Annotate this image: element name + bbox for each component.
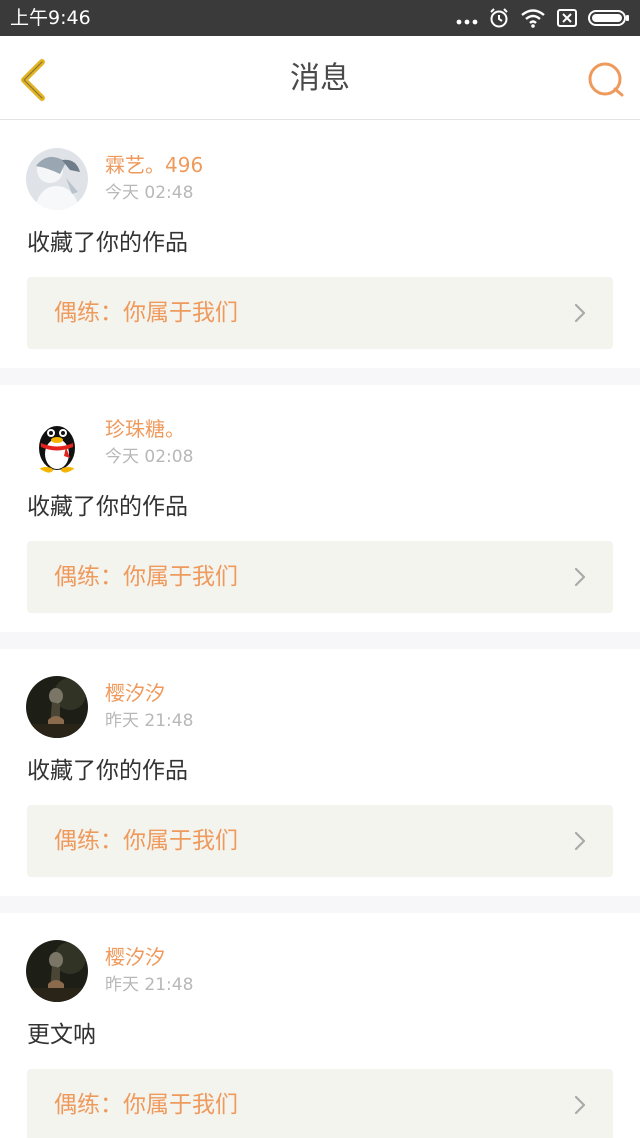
message-list: 霖艺。496 今天 02:48 收藏了你的作品 偶练：你属于我们 珍珠糖。 今天… — [0, 121, 640, 1138]
work-card[interactable]: 偶练：你属于我们 — [27, 541, 613, 613]
divider — [0, 632, 640, 649]
work-card[interactable]: 偶练：你属于我们 — [27, 277, 613, 349]
avatar[interactable] — [26, 940, 88, 1002]
divider — [0, 896, 640, 913]
message-text: 收藏了你的作品 — [27, 758, 188, 784]
message-text: 收藏了你的作品 — [27, 230, 188, 256]
search-icon[interactable] — [586, 60, 626, 100]
status-icons — [456, 6, 630, 30]
avatar[interactable] — [26, 412, 88, 474]
alarm-icon — [490, 8, 508, 28]
message-item: 珍珠糖。 今天 02:08 收藏了你的作品 偶练：你属于我们 — [0, 385, 640, 632]
page-title: 消息 — [290, 61, 350, 96]
nav-bar: 消息 — [0, 36, 640, 120]
sim-off-icon — [557, 9, 577, 27]
message-time: 昨天 21:48 — [105, 711, 194, 731]
chevron-right-icon — [574, 567, 586, 587]
wifi-icon — [521, 9, 545, 28]
message-item: 霖艺。496 今天 02:48 收藏了你的作品 偶练：你属于我们 — [0, 121, 640, 368]
message-item: 樱汐汐 昨天 21:48 更文呐 偶练：你属于我们 — [0, 913, 640, 1138]
message-item: 樱汐汐 昨天 21:48 收藏了你的作品 偶练：你属于我们 — [0, 649, 640, 896]
qq-penguin-avatar-image — [26, 412, 88, 474]
more-dots-icon — [456, 19, 478, 25]
chevron-right-icon — [574, 1095, 586, 1115]
chevron-right-icon — [574, 831, 586, 851]
battery-icon — [588, 10, 629, 26]
divider — [0, 368, 640, 385]
dark-photo-avatar-image — [26, 676, 88, 738]
message-text: 收藏了你的作品 — [27, 494, 188, 520]
message-time: 今天 02:08 — [105, 447, 194, 467]
user-name[interactable]: 樱汐汐 — [105, 945, 165, 969]
work-card[interactable]: 偶练：你属于我们 — [27, 805, 613, 877]
message-time: 昨天 21:48 — [105, 975, 194, 995]
status-bar: 上午9:46 — [0, 0, 640, 36]
anime-avatar-image — [26, 148, 88, 210]
status-time: 上午9:46 — [10, 7, 91, 29]
work-title: 偶练：你属于我们 — [54, 828, 238, 854]
user-name[interactable]: 樱汐汐 — [105, 681, 165, 705]
work-title: 偶练：你属于我们 — [54, 1092, 238, 1118]
message-text: 更文呐 — [27, 1022, 96, 1048]
chevron-right-icon — [574, 303, 586, 323]
work-card[interactable]: 偶练：你属于我们 — [27, 1069, 613, 1138]
user-name[interactable]: 霖艺。496 — [105, 153, 203, 177]
user-name[interactable]: 珍珠糖。 — [105, 417, 185, 441]
avatar[interactable] — [26, 676, 88, 738]
message-time: 今天 02:48 — [105, 183, 194, 203]
work-title: 偶练：你属于我们 — [54, 300, 238, 326]
work-title: 偶练：你属于我们 — [54, 564, 238, 590]
dark-photo-avatar-image — [26, 940, 88, 1002]
avatar[interactable] — [26, 148, 88, 210]
